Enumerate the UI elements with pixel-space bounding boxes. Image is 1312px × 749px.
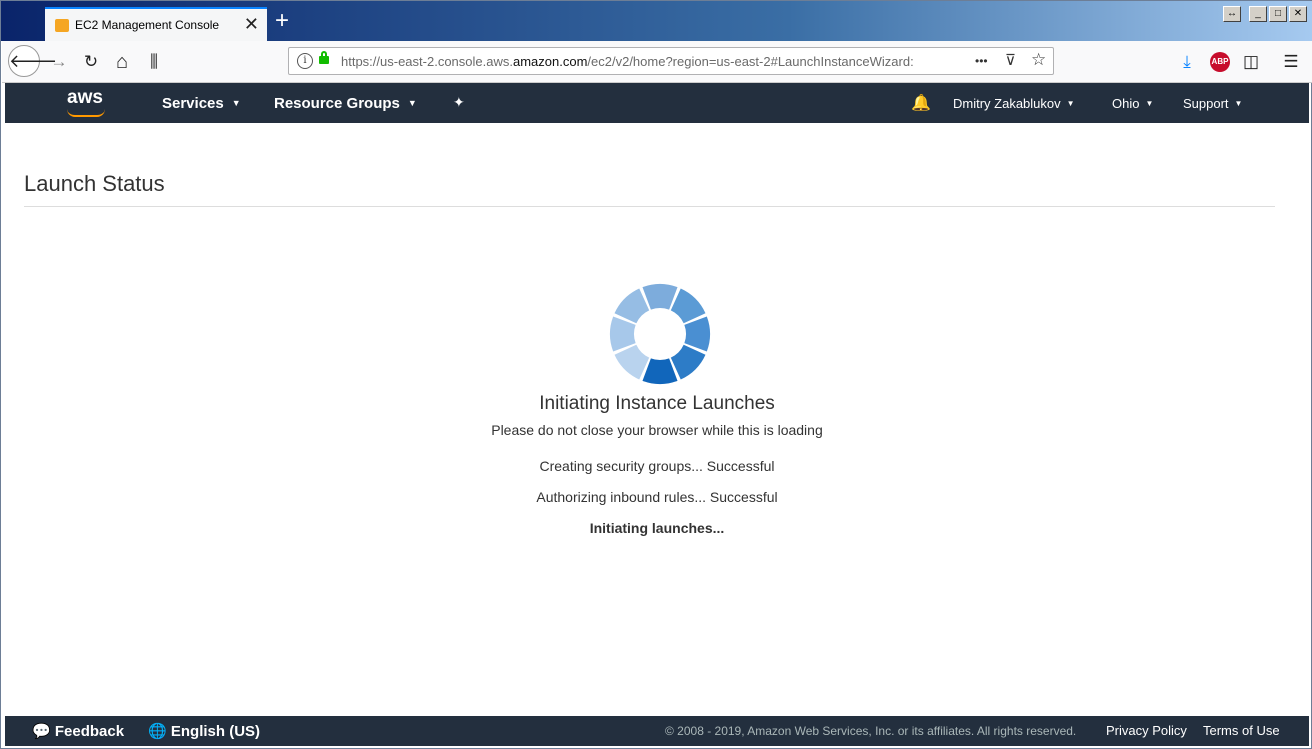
spinner-segment: [642, 284, 678, 310]
url-text[interactable]: https://us-east-2.console.aws.amazon.com…: [341, 54, 914, 69]
spinner-segment: [614, 288, 650, 324]
region-menu[interactable]: Ohio ▼: [1112, 96, 1153, 111]
caret-down-icon: ▼: [1145, 99, 1154, 108]
step-inbound-rules: Authorizing inbound rules... Successful: [536, 489, 778, 505]
step-security-groups: Creating security groups... Successful: [539, 458, 775, 474]
spinner-segment: [642, 358, 678, 384]
aws-logo[interactable]: aws: [67, 87, 105, 117]
chevron-down-icon: ▼: [231, 98, 241, 108]
download-icon[interactable]: ⤓: [1176, 51, 1198, 73]
page-actions-icon[interactable]: •••: [975, 54, 988, 68]
status-title: Initiating Instance Launches: [539, 393, 775, 414]
menu-icon[interactable]: ☰: [1280, 51, 1302, 73]
aws-console-nav: aws Services ▼ Resource Groups ▼ ✦ 🔔 Dmitr…: [5, 83, 1309, 123]
aws-footer: 💬 Feedback 🌐 English (US) © 2008 - 2019,…: [5, 716, 1309, 746]
spinner-segment: [684, 316, 710, 352]
terms-of-use-link[interactable]: Terms of Use: [1203, 723, 1280, 738]
tab-ec2-console[interactable]: EC2 Management Console ✕: [45, 7, 267, 41]
user-menu[interactable]: Dmitry Zakablukov ▼: [953, 96, 1075, 111]
spinner-segment: [670, 288, 706, 324]
pocket-icon[interactable]: ⊽: [1005, 51, 1016, 69]
forward-button[interactable]: →: [48, 51, 70, 73]
loading-spinner-icon: [610, 284, 710, 384]
adblock-plus-icon[interactable]: ABP: [1210, 52, 1230, 72]
tab-title: EC2 Management Console: [75, 18, 220, 32]
browser-toolbar: 🡐 → ↻ ⌂ ⫼ i https://us-east-2.console.aw…: [2, 41, 1312, 83]
new-tab-button[interactable]: +: [275, 9, 289, 33]
feedback-link[interactable]: 💬 Feedback: [32, 722, 124, 740]
home-button[interactable]: ⌂: [111, 51, 133, 73]
bookmark-star-icon[interactable]: ☆: [1031, 50, 1046, 70]
privacy-policy-link[interactable]: Privacy Policy: [1106, 723, 1187, 738]
spinner-segment: [670, 344, 706, 380]
minimize-button[interactable]: _: [1249, 6, 1267, 22]
sidebar-icon[interactable]: ◫: [1240, 51, 1262, 73]
bell-icon[interactable]: 🔔: [911, 93, 931, 113]
aws-smile-icon: [67, 109, 105, 117]
close-window-button[interactable]: ✕: [1289, 6, 1307, 22]
language-selector[interactable]: 🌐 English (US): [148, 722, 260, 740]
pin-icon[interactable]: ✦: [453, 94, 465, 111]
tab-bar: EC2 Management Console ✕ + ↔ _ □ ✕: [1, 1, 1312, 41]
chevron-down-icon: ▼: [407, 98, 417, 108]
resource-groups-menu[interactable]: Resource Groups ▼: [274, 95, 417, 112]
window-controls: ↔ _ □ ✕: [1223, 6, 1307, 22]
reload-button[interactable]: ↻: [80, 51, 102, 73]
url-bar[interactable]: i https://us-east-2.console.aws.amazon.c…: [288, 47, 1054, 75]
browser-window: EC2 Management Console ✕ + ↔ _ □ ✕ 🡐 → ↻…: [0, 0, 1312, 749]
library-button[interactable]: ⫼: [143, 51, 165, 73]
caret-down-icon: ▼: [1066, 99, 1075, 108]
support-menu[interactable]: Support ▼: [1183, 96, 1242, 111]
title-divider: [24, 206, 1275, 207]
info-icon[interactable]: i: [297, 53, 313, 69]
speech-bubble-icon: 💬: [32, 723, 51, 740]
status-subtitle: Please do not close your browser while t…: [491, 422, 823, 438]
resize-icon[interactable]: ↔: [1223, 6, 1241, 22]
maximize-button[interactable]: □: [1269, 6, 1287, 22]
spinner-segment: [610, 316, 636, 352]
spinner-segment: [614, 344, 650, 380]
step-initiating-launches: Initiating launches...: [589, 520, 725, 536]
services-menu[interactable]: Services ▼: [162, 95, 241, 112]
page-title: Launch Status: [24, 171, 165, 196]
copyright-text: © 2008 - 2019, Amazon Web Services, Inc.…: [665, 724, 1077, 738]
aws-favicon-icon: [55, 19, 69, 32]
back-button[interactable]: 🡐: [8, 45, 57, 77]
lock-icon: [319, 51, 329, 64]
globe-icon: 🌐: [148, 723, 167, 740]
caret-down-icon: ▼: [1234, 99, 1243, 108]
tab-close-icon[interactable]: ✕: [244, 14, 259, 34]
